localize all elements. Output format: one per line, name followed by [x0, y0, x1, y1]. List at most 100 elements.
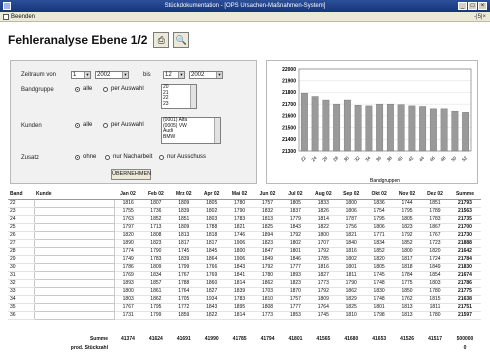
- kunden-select-radio[interactable]: per Auswahl: [103, 122, 144, 128]
- value-cell: 1845: [197, 247, 226, 256]
- value-cell: 1814: [225, 279, 254, 288]
- band-cell: 24: [8, 215, 34, 224]
- table-row[interactable]: 29 1749 1783 1839 1864 1906 1849 1846 1785 1802 18…: [8, 254, 481, 264]
- kunden-listbox[interactable]: (0001) Alfa (0005) VW Audi BMW: [161, 117, 221, 144]
- value-cell: 1792: [309, 287, 338, 296]
- column-header[interactable]: Jul 02: [281, 190, 310, 200]
- list-item[interactable]: BMW: [163, 134, 219, 141]
- table-row[interactable]: 22 1816 1807 1809 1805 1780 1757 1805 1833 1800 18…: [8, 198, 481, 208]
- from-year-select[interactable]: 2002 ▼: [95, 71, 129, 79]
- table-row[interactable]: 36 1731 1799 1859 1822 1814 1773 1853 1745 1810 17…: [8, 310, 481, 320]
- value-cell: 1823: [253, 239, 282, 248]
- value-cell: 1808: [141, 231, 170, 240]
- column-header[interactable]: Apr 02: [197, 190, 226, 200]
- menu-item-beenden[interactable]: Beenden: [3, 12, 35, 22]
- value-cell: 1818: [197, 231, 226, 240]
- band-cell: 26: [8, 231, 34, 240]
- column-header[interactable]: Dez 02: [420, 190, 449, 200]
- value-cell: 1832: [253, 207, 282, 216]
- table-row[interactable]: 25 1797 1713 1809 1788 1821 1825 1843 1822 1756 18…: [8, 222, 481, 232]
- value-cell: 1809: [309, 295, 338, 304]
- column-header[interactable]: Mrz 02: [169, 190, 198, 200]
- kunde-cell: [33, 222, 115, 232]
- column-header[interactable]: Sep 02: [337, 190, 366, 200]
- value-cell: 1827: [309, 271, 338, 280]
- band-cell: 34: [8, 295, 34, 304]
- column-header[interactable]: Mai 02: [225, 190, 254, 200]
- x-axis-label: Bandgruppen: [370, 178, 400, 184]
- table-row[interactable]: 33 1800 1861 1764 1827 1839 1703 1870 1792 1862 18…: [8, 286, 481, 296]
- value-cell: 1809: [141, 263, 170, 272]
- window-titlebar: Stückdokumentation - [OPS Ursachen-Maßna…: [0, 0, 490, 12]
- value-cell: 1800: [337, 199, 366, 208]
- value-cell: 1798: [365, 311, 394, 320]
- table-row[interactable]: 31 1769 1834 1767 1769 1841 1780 1893 1827 1811 17…: [8, 270, 481, 280]
- table-row[interactable]: 28 1774 1790 1745 1845 1800 1847 1801 1792 1816 18…: [8, 246, 481, 256]
- table-row[interactable]: 23 1755 1736 1839 1802 1790 1832 1837 1826 1806 17…: [8, 206, 481, 216]
- value-cell: 1783: [225, 215, 254, 224]
- scrollbar[interactable]: [190, 85, 196, 108]
- column-header[interactable]: Kunde: [34, 190, 114, 200]
- row-sum-cell: 21730: [449, 231, 481, 240]
- bandgruppe-listbox[interactable]: 20 21 22 23: [161, 84, 197, 109]
- value-cell: 1814: [225, 311, 254, 320]
- value-cell: 1745: [169, 247, 198, 256]
- zoom-button[interactable]: 🔍: [173, 32, 190, 48]
- stueck-label: prod. Stückzahl: [70, 345, 108, 351]
- value-cell: 1839: [169, 255, 198, 264]
- value-cell: 1826: [309, 207, 338, 216]
- table-row[interactable]: 34 1803 1862 1705 1934 1783 1810 1757 1809 1829 17…: [8, 294, 481, 304]
- zusatz-nacharbeit-radio[interactable]: nur Nacharbeit: [105, 154, 152, 160]
- x-tick-label: 36: [375, 155, 382, 162]
- bandgruppe-select-radio[interactable]: per Auswahl: [103, 86, 144, 92]
- row-sum-cell: 21793: [449, 199, 481, 208]
- from-month-select[interactable]: 1 ▼: [71, 71, 91, 79]
- column-header[interactable]: Jun 02: [253, 190, 282, 200]
- value-cell: 1774: [114, 247, 142, 256]
- column-header[interactable]: Aug 02: [309, 190, 338, 200]
- chevron-down-icon: ▼: [122, 72, 128, 78]
- row-sum-cell: 21786: [449, 279, 481, 288]
- zusatz-ausschuss-radio[interactable]: nur Ausschuss: [159, 154, 206, 160]
- value-cell: 1736: [141, 207, 170, 216]
- to-month-select[interactable]: 12 ▼: [163, 71, 185, 79]
- value-cell: 1769: [197, 271, 226, 280]
- mdi-window-controls[interactable]: -|5|×: [474, 12, 486, 22]
- value-cell: 1807: [141, 199, 170, 208]
- apply-button[interactable]: ÜBERNEHMEN: [111, 169, 151, 180]
- value-cell: 1799: [169, 263, 198, 272]
- column-header[interactable]: Nov 02: [393, 190, 421, 200]
- value-cell: 1852: [141, 215, 170, 224]
- value-cell: 1777: [281, 263, 310, 272]
- to-year-select[interactable]: 2002 ▼: [189, 71, 223, 79]
- bar: [354, 105, 362, 152]
- value-cell: 1849: [253, 255, 282, 264]
- maximize-button[interactable]: □: [468, 2, 477, 10]
- x-tick-label: 28: [332, 155, 339, 162]
- table-row[interactable]: 24 1763 1852 1851 1803 1783 1813 1779 1814 1787 17…: [8, 214, 481, 224]
- bar: [397, 104, 405, 152]
- zusatz-ohne-radio[interactable]: ohne: [75, 154, 96, 160]
- value-cell: 1786: [114, 263, 142, 272]
- table-row[interactable]: 27 1890 1823 1817 1817 1906 1823 1802 1707 1840 18…: [8, 238, 481, 248]
- value-cell: 1817: [197, 239, 226, 248]
- column-header[interactable]: Summe: [449, 190, 481, 200]
- table-row[interactable]: 30 1786 1809 1799 1766 1843 1792 1777 1816 1801 18…: [8, 262, 481, 272]
- table-row[interactable]: 26 1820 1808 1813 1818 1746 1894 1792 1800 1821 17…: [8, 230, 481, 240]
- x-tick-label: 34: [364, 155, 371, 162]
- scrollbar[interactable]: [214, 118, 220, 143]
- value-cell: 1816: [337, 247, 366, 256]
- bar: [462, 112, 470, 152]
- close-button[interactable]: ×: [478, 2, 487, 10]
- minimize-button[interactable]: _: [458, 2, 467, 10]
- column-header[interactable]: Okt 02: [365, 190, 394, 200]
- print-button[interactable]: ⎙: [153, 32, 170, 48]
- table-row[interactable]: 32 1893 1857 1788 1860 1814 1862 1823 1773 1790 17…: [8, 278, 481, 288]
- row-sum-cell: 21642: [449, 247, 481, 256]
- kunden-all-radio[interactable]: alle: [75, 122, 92, 128]
- column-header[interactable]: Jan 02: [114, 190, 142, 200]
- bandgruppe-all-radio[interactable]: alle: [75, 86, 92, 92]
- column-header[interactable]: Band: [8, 190, 34, 200]
- column-header[interactable]: Feb 02: [141, 190, 170, 200]
- table-row[interactable]: 35 1767 1795 1772 1843 1895 1808 1777 1764 1825 18…: [8, 302, 481, 312]
